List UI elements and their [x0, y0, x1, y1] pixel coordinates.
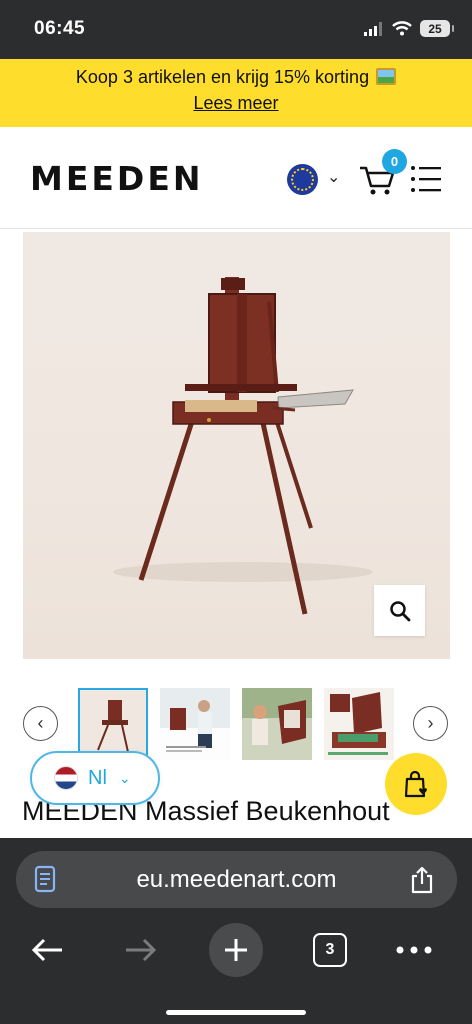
search-icon — [389, 600, 410, 621]
home-indicator — [166, 1010, 306, 1015]
netherlands-flag-icon — [54, 766, 78, 790]
chevron-left-icon: ‹ — [37, 713, 44, 733]
more-options-button[interactable] — [395, 920, 433, 980]
prev-image-button[interactable]: ‹ — [23, 706, 58, 741]
tab-count: 3 — [313, 933, 347, 967]
cart-count-badge: 0 — [382, 149, 407, 174]
next-image-button[interactable]: › — [413, 706, 448, 741]
promo-text-label: Koop 3 artikelen en krijg 15% korting — [75, 67, 370, 87]
chevron-down-icon: ⌄ — [118, 769, 131, 786]
wishlist-button[interactable] — [385, 753, 447, 815]
browser-toolbar: 3 — [0, 920, 472, 980]
arrow-left-icon — [31, 938, 62, 962]
wifi-icon — [392, 21, 412, 36]
reader-mode-icon[interactable] — [30, 864, 60, 894]
signal-icon — [364, 21, 382, 36]
thumbnail-4[interactable] — [324, 688, 394, 760]
plus-icon — [209, 923, 263, 977]
framed-picture-icon — [376, 68, 397, 85]
promo-text: Koop 3 artikelen en krijg 15% korting — [0, 67, 472, 88]
language-code: Nl — [88, 766, 107, 789]
battery-icon: 25 — [420, 20, 454, 37]
zoom-button[interactable] — [374, 585, 425, 636]
language-selector[interactable]: Nl ⌄ — [30, 751, 160, 805]
read-more-link[interactable]: Lees meer — [193, 93, 278, 114]
share-icon[interactable] — [408, 865, 436, 895]
status-time: 06:45 — [34, 18, 86, 39]
new-tab-button[interactable] — [209, 920, 263, 980]
back-button[interactable] — [26, 920, 68, 980]
eu-flag-icon[interactable] — [287, 164, 318, 195]
thumbnail-strip: ‹ › — [0, 688, 472, 760]
arrow-right-icon — [126, 938, 157, 962]
thumbnail-1[interactable] — [78, 688, 148, 760]
easel-detail-thumbnail — [324, 688, 394, 760]
thumbnail-3[interactable] — [242, 688, 312, 760]
address-bar[interactable]: eu.meedenart.com — [16, 851, 457, 908]
url-text[interactable]: eu.meedenart.com — [16, 851, 457, 908]
promo-banner: Koop 3 artikelen en krijg 15% korting Le… — [0, 59, 472, 127]
menu-icon[interactable] — [410, 164, 442, 194]
chevron-right-icon: › — [427, 713, 434, 733]
chevron-down-icon[interactable]: ⌄ — [327, 167, 340, 187]
status-icons: 25 — [364, 20, 454, 37]
bag-heart-icon — [404, 770, 427, 798]
woman-painting-thumbnail — [242, 688, 312, 760]
site-header: MEEDEN ⌄ 0 — [0, 127, 472, 229]
status-bar: 06:45 25 — [0, 0, 472, 59]
browser-chrome: eu.meedenart.com 3 — [0, 838, 472, 1024]
thumbnail-2[interactable] — [160, 688, 230, 760]
more-dots-icon — [396, 946, 432, 954]
outdoor-painting-thumbnail — [160, 688, 230, 760]
tabs-button[interactable]: 3 — [313, 920, 347, 980]
logo[interactable]: MEEDEN — [30, 159, 203, 198]
forward-button[interactable] — [120, 920, 162, 980]
easel-thumbnail — [80, 690, 146, 758]
